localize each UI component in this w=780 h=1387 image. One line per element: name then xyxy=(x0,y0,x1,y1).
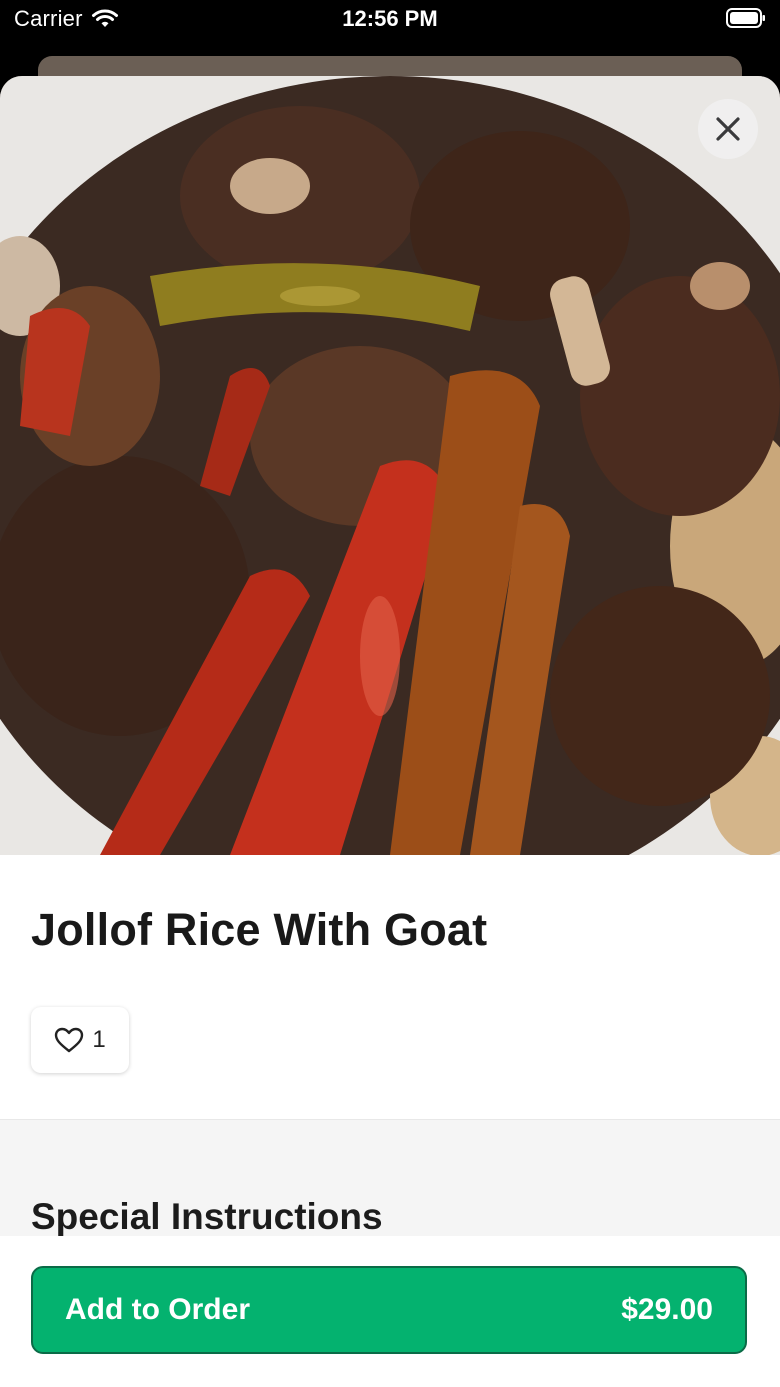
close-icon xyxy=(716,117,740,141)
order-footer: Add to Order $29.00 xyxy=(0,1236,780,1387)
like-button[interactable]: 1 xyxy=(31,1007,129,1073)
item-detail-sheet: Jollof Rice With Goat 1 Special Instruct… xyxy=(0,76,780,1387)
item-title: Jollof Rice With Goat xyxy=(31,904,488,955)
heart-outline-icon xyxy=(55,1027,84,1053)
order-price: $29.00 xyxy=(621,1293,713,1326)
food-illustration xyxy=(0,76,780,855)
special-instructions-title: Special Instructions xyxy=(31,1196,383,1237)
close-button[interactable] xyxy=(698,99,758,159)
status-bar: Carrier 12:56 PM xyxy=(0,0,780,44)
like-count: 1 xyxy=(92,1026,106,1053)
add-to-order-label: Add to Order xyxy=(65,1293,250,1326)
battery-icon xyxy=(726,8,765,28)
add-to-order-button[interactable]: Add to Order $29.00 xyxy=(31,1266,747,1354)
status-time: 12:56 PM xyxy=(342,6,438,31)
item-photo xyxy=(0,76,780,855)
